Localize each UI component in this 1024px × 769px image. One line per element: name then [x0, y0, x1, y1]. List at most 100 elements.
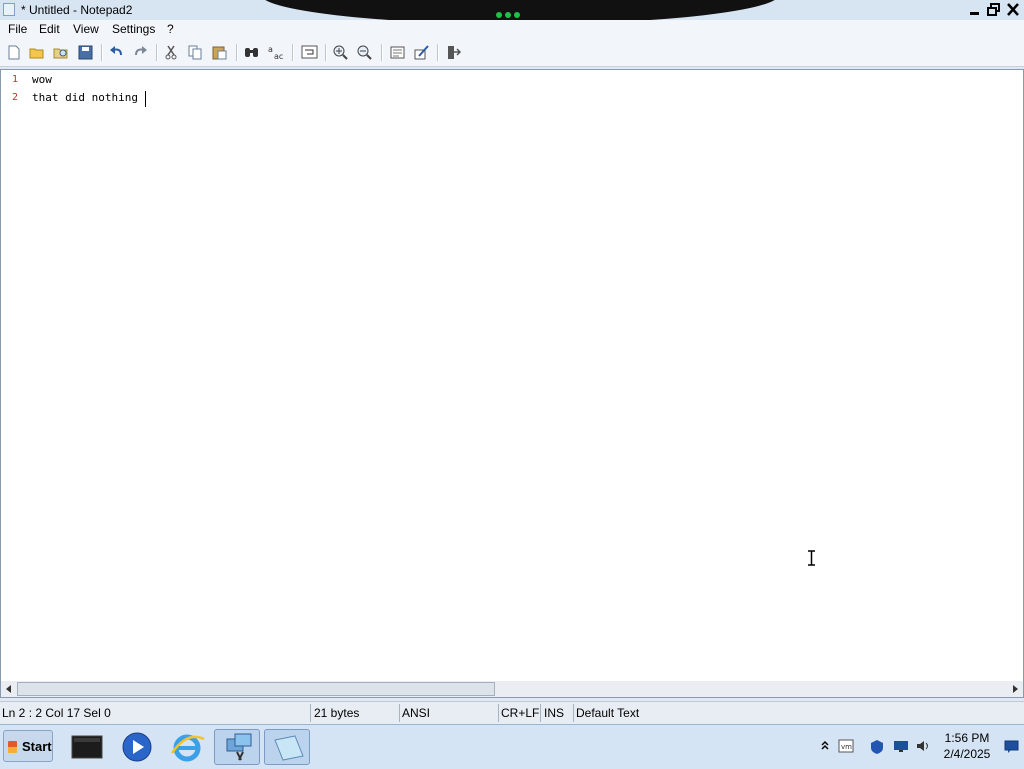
- scheme-icon: [390, 46, 405, 59]
- vm-tools-icon[interactable]: vm: [838, 739, 854, 753]
- decoration-lights: [496, 7, 528, 18]
- status-eol[interactable]: CR+LF: [499, 705, 539, 721]
- exit-icon: [448, 46, 462, 59]
- taskbar-media-player[interactable]: [114, 729, 160, 765]
- menu-file[interactable]: File: [7, 21, 28, 38]
- media-player-icon: [122, 732, 152, 762]
- new-button[interactable]: [4, 43, 23, 62]
- open-button[interactable]: [28, 43, 47, 62]
- text-line[interactable]: that did nothing: [32, 91, 138, 104]
- customize-scheme-button[interactable]: [412, 43, 431, 62]
- notepad2-app-icon[interactable]: [3, 3, 15, 16]
- status-bar: Ln 2 : 2 Col 17 Sel 0 21 bytes ANSI CR+L…: [0, 701, 1024, 724]
- internet-explorer-icon: [170, 734, 205, 762]
- undo-button[interactable]: [107, 43, 126, 62]
- browse-icon: [53, 48, 68, 59]
- volume-icon[interactable]: [916, 739, 932, 753]
- browse-button[interactable]: [52, 43, 71, 62]
- replace-button[interactable]: a ac: [266, 43, 285, 62]
- toolbar-separator: [381, 44, 383, 61]
- editor-area[interactable]: 1 2 wow that did nothing: [0, 69, 1024, 682]
- scroll-right-icon[interactable]: [1012, 685, 1019, 693]
- zoom-out-icon: [357, 45, 372, 60]
- status-scheme[interactable]: Default Text: [574, 705, 716, 721]
- window-title: * Untitled - Notepad2: [21, 3, 133, 17]
- undo-icon: [110, 46, 122, 56]
- clock-time: 1:56 PM: [944, 731, 990, 745]
- status-position: Ln 2 : 2 Col 17 Sel 0: [2, 706, 111, 720]
- copy-button[interactable]: [186, 43, 205, 62]
- ibeam-cursor-icon: [808, 550, 815, 566]
- svg-text:ac: ac: [274, 52, 283, 61]
- line-number: 2: [11, 92, 18, 103]
- word-wrap-icon: [301, 45, 318, 59]
- line-number-gutter: 1 2: [1, 70, 20, 682]
- toolbar-separator: [325, 44, 327, 61]
- line-number: 1: [11, 74, 18, 85]
- menu-settings[interactable]: Settings: [111, 21, 156, 38]
- paste-button[interactable]: [210, 43, 229, 62]
- taskbar-notepad2[interactable]: [264, 729, 310, 765]
- word-wrap-button[interactable]: [300, 43, 319, 62]
- network-icon[interactable]: [893, 739, 909, 753]
- minimize-icon: [970, 12, 979, 15]
- action-center-icon[interactable]: [1004, 739, 1020, 753]
- save-button[interactable]: [76, 43, 95, 62]
- start-button[interactable]: Start: [3, 730, 53, 762]
- text-caret: [145, 91, 146, 107]
- scroll-left-icon[interactable]: [5, 685, 12, 693]
- zoom-out-button[interactable]: [355, 43, 374, 62]
- windows-logo-icon: [8, 741, 17, 753]
- text-line[interactable]: wow: [32, 73, 52, 86]
- zoom-in-icon: [333, 45, 348, 60]
- zoom-in-button[interactable]: [331, 43, 350, 62]
- scrollbar-thumb[interactable]: [17, 682, 495, 696]
- status-mode[interactable]: INS: [542, 705, 574, 721]
- close-button[interactable]: [1004, 1, 1022, 18]
- clock-date: 2/4/2025: [943, 747, 991, 761]
- menu-edit[interactable]: Edit: [38, 21, 61, 38]
- open-icon: [29, 48, 44, 59]
- find-icon: [245, 48, 258, 57]
- security-shield-icon[interactable]: [870, 739, 884, 755]
- toolbar-separator: [236, 44, 238, 61]
- horizontal-scrollbar[interactable]: [0, 681, 1024, 698]
- cut-icon: [165, 45, 177, 60]
- minimize-button[interactable]: [966, 1, 984, 18]
- taskbar-remote-desktop[interactable]: [214, 729, 260, 765]
- taskbar-clock[interactable]: 1:56 PM 2/4/2025: [935, 730, 999, 762]
- toolbar: a ac: [0, 39, 1024, 67]
- find-button[interactable]: [242, 43, 261, 62]
- menu-help[interactable]: ?: [166, 21, 175, 38]
- svg-text:vm: vm: [841, 743, 852, 751]
- save-icon: [78, 45, 93, 60]
- restore-icon: [987, 3, 1000, 16]
- terminal-icon: [71, 735, 103, 759]
- toolbar-separator: [292, 44, 294, 61]
- taskbar: Start vm 1:56 PM 2/4/2025: [0, 724, 1024, 769]
- show-hidden-icons-icon[interactable]: [820, 739, 830, 751]
- toolbar-separator: [101, 44, 103, 61]
- status-size: 21 bytes: [314, 706, 360, 720]
- taskbar-terminal[interactable]: [64, 729, 110, 765]
- status-encoding[interactable]: ANSI: [400, 705, 497, 721]
- notepad2-icon: [274, 735, 304, 761]
- customize-scheme-icon: [414, 45, 429, 60]
- copy-icon: [188, 45, 202, 60]
- new-icon: [8, 45, 20, 60]
- menu-view[interactable]: View: [72, 21, 100, 38]
- redo-icon: [135, 46, 147, 56]
- toolbar-separator: [156, 44, 158, 61]
- cut-button[interactable]: [162, 43, 181, 62]
- start-label: Start: [22, 739, 52, 754]
- paste-icon: [212, 46, 227, 60]
- remote-desktop-icon: [226, 733, 252, 761]
- exit-button[interactable]: [444, 43, 463, 62]
- menu-bar: File Edit View Settings ?: [0, 20, 1024, 39]
- taskbar-internet-explorer[interactable]: [164, 729, 210, 765]
- svg-text:a: a: [268, 45, 273, 54]
- scheme-button[interactable]: [388, 43, 407, 62]
- toolbar-separator: [437, 44, 439, 61]
- redo-button[interactable]: [131, 43, 150, 62]
- restore-button[interactable]: [985, 1, 1003, 18]
